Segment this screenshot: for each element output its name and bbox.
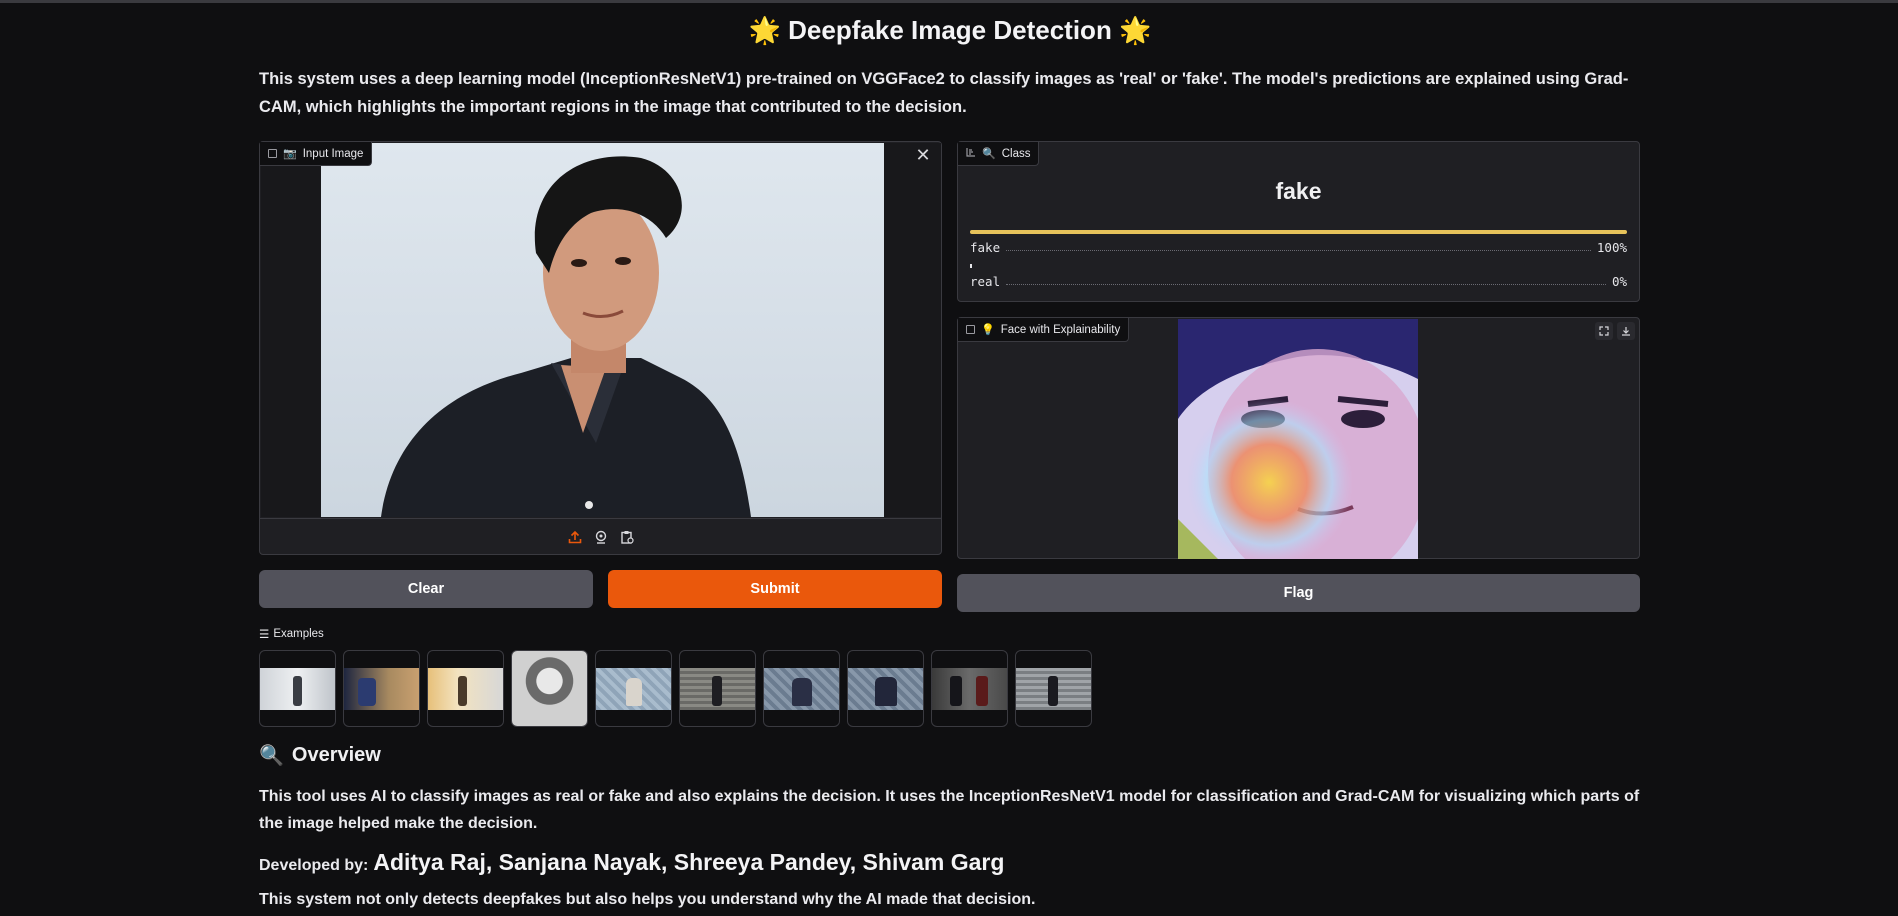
sun-icon: 🌟 (1119, 15, 1152, 45)
image-icon (268, 149, 277, 158)
explainability-panel: 💡 Face with Explainability (957, 317, 1640, 559)
input-image-stage[interactable] (261, 143, 941, 517)
example-thumbnail[interactable] (595, 650, 672, 727)
page-title-text: Deepfake Image Detection (788, 15, 1112, 45)
confidence-value: 100% (1596, 239, 1627, 255)
list-icon: ☰ (259, 629, 270, 641)
submit-button[interactable]: Submit (608, 570, 942, 608)
confidence-bar-fake (970, 230, 1627, 234)
class-label-text: Class (1001, 147, 1031, 160)
example-thumbnail[interactable] (343, 650, 420, 727)
input-photo (321, 143, 884, 517)
overview-heading-text: Overview (291, 744, 381, 766)
dotted-leader (1006, 243, 1591, 251)
class-label: 🔍 Class (958, 142, 1040, 166)
magnifier-icon: 🔍 (982, 148, 996, 160)
examples-gallery (259, 650, 1092, 727)
example-thumbnail[interactable] (931, 650, 1008, 727)
overview-heading: 🔍 Overview (259, 743, 381, 768)
clear-button[interactable]: Clear (259, 570, 593, 608)
explainability-label-text: Face with Explainability (1000, 323, 1121, 336)
developed-by-label: Developed by: (259, 857, 369, 874)
predicted-class: fake (1275, 178, 1322, 204)
clipboard-icon[interactable] (619, 529, 635, 545)
closing-text: This system not only detects deepfakes b… (259, 891, 1036, 908)
example-thumbnail[interactable] (427, 650, 504, 727)
confidence-row-real: real 0% (970, 273, 1627, 289)
example-thumbnail[interactable] (259, 650, 336, 727)
examples-label: ☰ Examples (259, 627, 324, 641)
explainability-label: 💡 Face with Explainability (958, 318, 1130, 342)
input-image-label-text: Input Image (302, 147, 364, 160)
sun-icon: 🌟 (748, 15, 781, 45)
image-icon (966, 325, 975, 334)
magnifier-icon: 🔍 (259, 745, 284, 767)
confidence-value: 0% (1611, 273, 1627, 289)
chart-icon (966, 147, 976, 160)
input-image-label: 📷 Input Image (260, 142, 373, 166)
page-title: 🌟 Deepfake Image Detection 🌟 (259, 15, 1641, 46)
example-thumbnail[interactable] (763, 650, 840, 727)
camera-icon: 📷 (283, 148, 297, 160)
examples-label-text: Examples (273, 628, 324, 640)
developer-names: Aditya Raj, Sanjana Nayak, Shreeya Pande… (373, 849, 1005, 875)
webcam-icon[interactable] (593, 529, 609, 545)
flag-button[interactable]: Flag (957, 574, 1640, 612)
fullscreen-icon[interactable] (1595, 322, 1613, 340)
lightbulb-icon: 💡 (981, 324, 995, 336)
close-icon[interactable]: ✕ (913, 146, 933, 166)
input-source-toolbar (260, 518, 941, 554)
class-output-panel: 🔍 Class fake fake 100% real 0% (957, 141, 1640, 302)
overview-text: This tool uses AI to classify images as … (259, 788, 1640, 832)
confidence-label: real (970, 273, 1001, 289)
example-thumbnail[interactable] (847, 650, 924, 727)
input-image-panel[interactable]: 📷 Input Image ✕ (259, 141, 942, 555)
upload-icon[interactable] (567, 529, 583, 545)
download-icon[interactable] (1617, 322, 1635, 340)
gradcam-face-image (1178, 319, 1418, 559)
example-thumbnail[interactable] (511, 650, 588, 727)
example-thumbnail[interactable] (679, 650, 756, 727)
dotted-leader (1006, 277, 1606, 285)
intro-text: This system uses a deep learning model (… (259, 70, 1629, 116)
example-thumbnail[interactable] (1015, 650, 1092, 727)
developers-line: Developed by: Aditya Raj, Sanjana Nayak,… (259, 849, 1004, 876)
confidence-bar-real (970, 264, 972, 268)
confidence-row-fake: fake 100% (970, 239, 1627, 255)
confidence-label: fake (970, 239, 1001, 255)
